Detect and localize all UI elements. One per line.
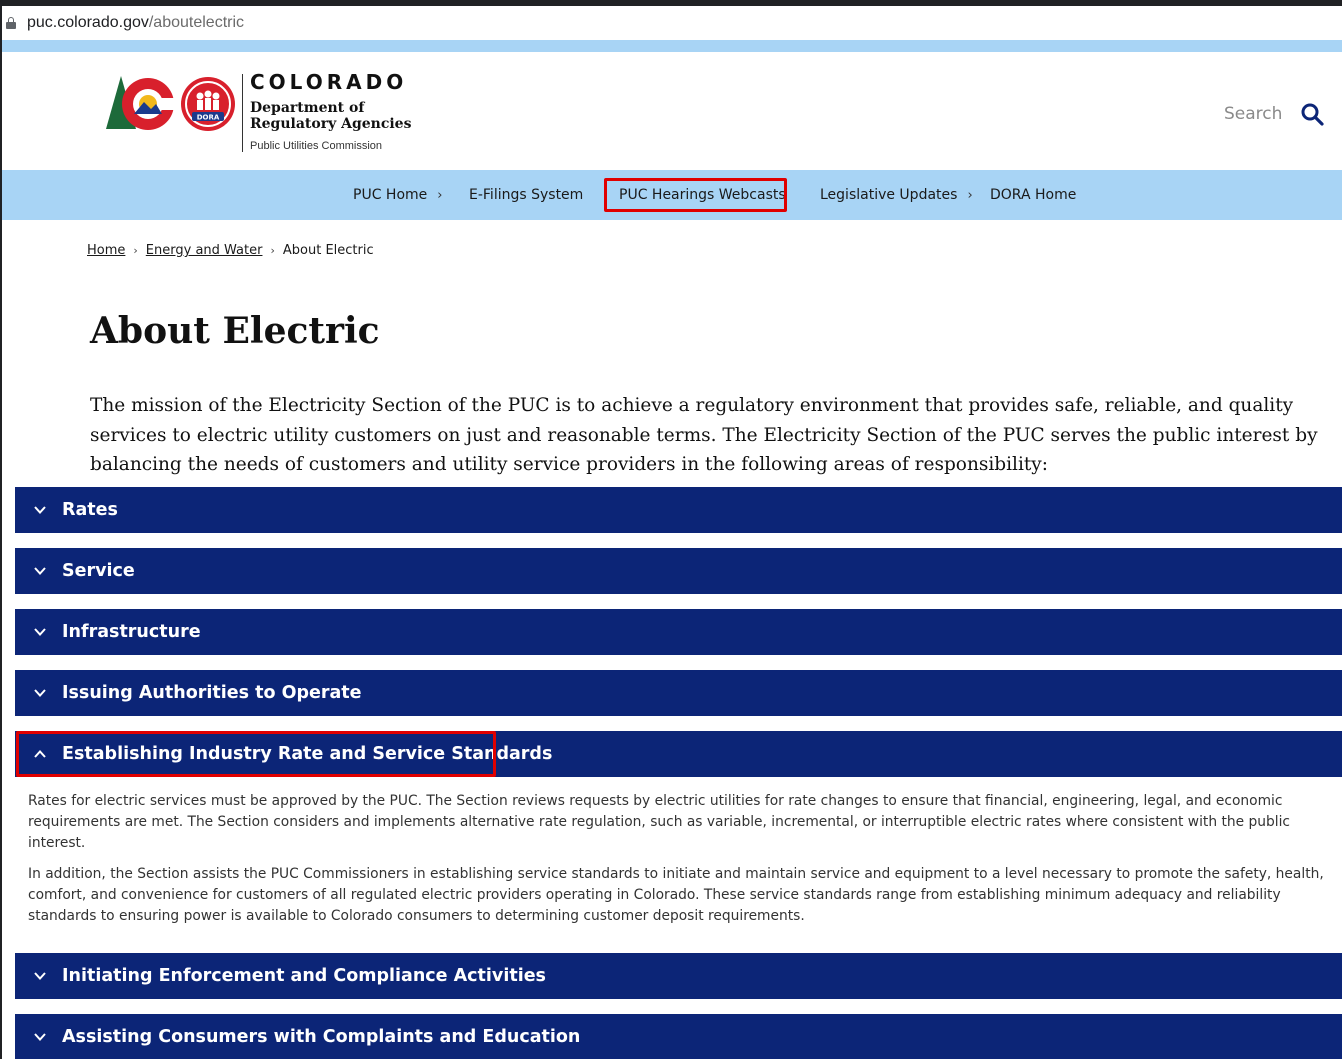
chevron-down-icon	[34, 628, 46, 636]
top-accent-strip	[2, 40, 1342, 52]
page-title: About Electric	[90, 310, 380, 352]
accordion-label: Assisting Consumers with Complaints and …	[62, 1027, 581, 1047]
url-text[interactable]: puc.colorado.gov/aboutelectric	[27, 14, 244, 32]
url-path: /aboutelectric	[148, 14, 245, 31]
mission-statement: The mission of the Electricity Section o…	[90, 395, 1318, 475]
accordion-issuing-authorities[interactable]: Issuing Authorities to Operate	[15, 670, 1342, 716]
breadcrumb-home[interactable]: Home	[87, 243, 125, 258]
chevron-down-icon	[34, 689, 46, 697]
accordion-enforcement[interactable]: Initiating Enforcement and Compliance Ac…	[15, 953, 1342, 999]
lock-icon	[6, 17, 16, 29]
search-icon[interactable]	[1300, 102, 1324, 126]
highlight-box-webcasts	[604, 178, 787, 212]
colorado-dora-logo[interactable]: DORA	[104, 74, 240, 134]
accordion-label: Infrastructure	[62, 622, 201, 642]
accordion-infrastructure[interactable]: Infrastructure	[15, 609, 1342, 655]
site-header: DORA COLORADO Department of Regulatory A…	[2, 52, 1342, 170]
chevron-down-icon	[34, 567, 46, 575]
nav-item-label: Legislative Updates	[820, 187, 958, 203]
nav-item-label: DORA Home	[990, 187, 1077, 203]
accordion-label: Service	[62, 561, 135, 581]
accordion-panel-paragraph-2: In addition, the Section assists the PUC…	[28, 866, 1324, 924]
accordion-label: Rates	[62, 500, 118, 520]
accordion-service[interactable]: Service	[15, 548, 1342, 594]
breadcrumb-current: About Electric	[282, 243, 374, 258]
chevron-right-icon: ›	[133, 244, 138, 257]
nav-item-legislative-updates[interactable]: Legislative Updates ›	[820, 170, 973, 220]
accordion-consumer-complaints[interactable]: Assisting Consumers with Complaints and …	[15, 1014, 1342, 1059]
accordion-rates[interactable]: Rates	[15, 487, 1342, 533]
address-bar[interactable]: puc.colorado.gov/aboutelectric	[2, 6, 1342, 40]
brand-division-name[interactable]: Public Utilities Commission	[250, 140, 382, 152]
nav-item-label: PUC Home	[353, 187, 428, 203]
highlight-box-standards	[16, 731, 496, 777]
nav-item-puc-home[interactable]: PUC Home ›	[353, 170, 442, 220]
chevron-right-icon[interactable]: ›	[437, 188, 442, 203]
nav-item-e-filings-system[interactable]: E-Filings System	[469, 170, 583, 220]
chevron-down-icon	[34, 506, 46, 514]
accordion-label: Initiating Enforcement and Compliance Ac…	[62, 966, 546, 986]
accordion-panel-paragraph-1: Rates for electric services must be appr…	[28, 793, 1291, 851]
chevron-right-icon: ›	[270, 244, 275, 257]
breadcrumb: Home › Energy and Water › About Electric	[87, 243, 374, 258]
brand-state-name[interactable]: COLORADO	[250, 70, 407, 94]
chevron-right-icon[interactable]: ›	[967, 188, 972, 203]
nav-item-dora-home[interactable]: DORA Home	[990, 170, 1076, 220]
brand-divider	[242, 74, 243, 152]
chevron-down-icon	[34, 1033, 46, 1041]
chevron-down-icon	[34, 972, 46, 980]
breadcrumb-energy-and-water[interactable]: Energy and Water	[146, 243, 263, 258]
main-navigation: PUC Home › E-Filings System PUC Hearings…	[2, 170, 1342, 220]
accordion-label: Issuing Authorities to Operate	[62, 683, 362, 703]
search-input[interactable]: Search	[1224, 104, 1282, 124]
logo-badge-text: DORA	[197, 114, 220, 122]
nav-item-label: E-Filings System	[469, 187, 584, 203]
brand-department-name[interactable]: Department of Regulatory Agencies	[250, 100, 450, 132]
url-host: puc.colorado.gov	[27, 14, 149, 31]
